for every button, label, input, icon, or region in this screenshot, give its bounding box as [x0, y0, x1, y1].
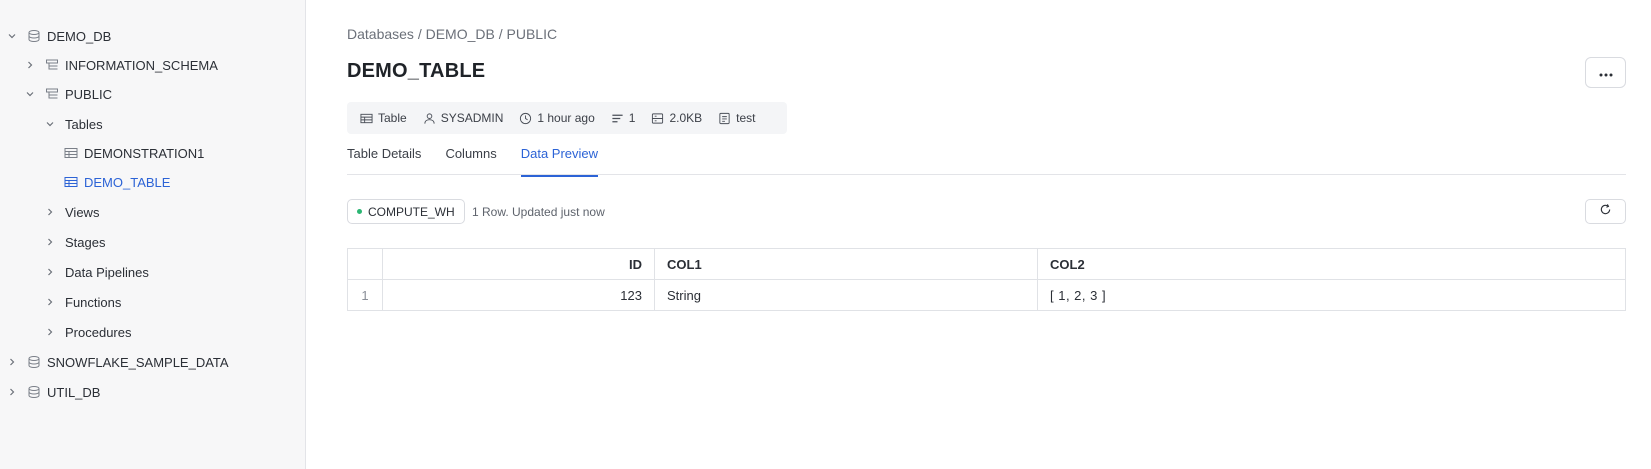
page-title: DEMO_TABLE	[347, 60, 486, 82]
tree-item-label: Functions	[65, 294, 122, 310]
tree-item-label: Data Pipelines	[65, 264, 149, 280]
tree-item-data-pipelines[interactable]: Data Pipelines	[45, 259, 149, 285]
chevron-down-icon[interactable]	[45, 119, 55, 129]
database-icon	[27, 385, 41, 399]
meta-comment: test	[718, 111, 756, 125]
chevron-right-icon[interactable]	[45, 327, 55, 337]
warehouse-label: COMPUTE_WH	[368, 204, 455, 219]
table-header-row: ID COL1 COL2	[347, 248, 1626, 280]
tree-item-label: UTIL_DB	[47, 384, 101, 400]
cell-col2[interactable]: [ 1, 2, 3 ]	[1037, 279, 1626, 311]
tab-columns[interactable]: Columns	[445, 146, 496, 175]
tree-item-label: Procedures	[65, 324, 132, 340]
cell-col1[interactable]: String	[654, 279, 1038, 311]
meta-type: Table	[360, 111, 407, 125]
rows-icon	[611, 112, 629, 125]
storage-icon	[651, 112, 669, 125]
object-explorer-sidebar: DEMO_DB INFORMATION_SCHEMA PUBLIC Tables…	[0, 0, 306, 469]
meta-owner: SYSADMIN	[423, 111, 503, 125]
tree-item-views[interactable]: Views	[45, 199, 99, 225]
database-icon	[27, 355, 41, 369]
tree-item-label: Tables	[65, 116, 103, 132]
comment-icon	[718, 112, 736, 125]
cell-id[interactable]: 123	[382, 279, 655, 311]
meta-size: 2.0KB	[651, 111, 702, 125]
tree-item-information-schema[interactable]: INFORMATION_SCHEMA	[25, 52, 218, 78]
refresh-icon	[1599, 203, 1612, 221]
tree-item-demo-table[interactable]: DEMO_TABLE	[64, 169, 170, 195]
tree-item-label: DEMO_TABLE	[84, 174, 171, 190]
meta-rows: 1	[611, 111, 635, 125]
table-icon	[64, 146, 78, 160]
table-icon	[360, 112, 378, 125]
tree-item-label: SNOWFLAKE_SAMPLE_DATA	[47, 354, 229, 370]
chevron-right-icon[interactable]	[45, 267, 55, 277]
row-number: 1	[347, 279, 383, 311]
database-icon	[27, 29, 41, 43]
data-preview-table: ID COL1 COL2 1 123 String [ 1, 2, 3 ]	[347, 248, 1626, 311]
column-header-col1[interactable]: COL1	[654, 248, 1038, 280]
more-options-button[interactable]	[1585, 57, 1626, 88]
column-header-col2[interactable]: COL2	[1037, 248, 1626, 280]
chevron-right-icon[interactable]	[45, 297, 55, 307]
table-metadata-bar: Table SYSADMIN 1 hour ago 1 2.0KB test	[347, 102, 787, 134]
tree-item-public[interactable]: PUBLIC	[25, 81, 112, 107]
column-header-id[interactable]: ID	[382, 248, 655, 280]
tree-item-functions[interactable]: Functions	[45, 289, 121, 315]
tree-item-demonstration1[interactable]: DEMONSTRATION1	[64, 140, 204, 166]
schema-icon	[45, 58, 59, 72]
clock-icon	[519, 112, 537, 125]
chevron-right-icon[interactable]	[45, 207, 55, 217]
tree-item-procedures[interactable]: Procedures	[45, 319, 131, 345]
preview-status: 1 Row. Updated just now	[472, 205, 605, 219]
breadcrumb[interactable]: Databases / DEMO_DB / PUBLIC	[347, 26, 557, 42]
tree-item-demo-db[interactable]: DEMO_DB	[7, 23, 111, 49]
tree-item-snowflake-sample-data[interactable]: SNOWFLAKE_SAMPLE_DATA	[7, 349, 229, 375]
schema-icon	[45, 87, 59, 101]
main-panel: Databases / DEMO_DB / PUBLIC DEMO_TABLE …	[306, 0, 1651, 469]
warehouse-selector[interactable]: COMPUTE_WH	[347, 199, 465, 224]
meta-updated: 1 hour ago	[519, 111, 595, 125]
tree-item-label: DEMONSTRATION1	[84, 145, 205, 161]
tree-item-label: DEMO_DB	[47, 28, 112, 44]
chevron-right-icon[interactable]	[7, 387, 17, 397]
refresh-button[interactable]	[1585, 199, 1626, 224]
chevron-right-icon[interactable]	[7, 357, 17, 367]
user-icon	[423, 112, 441, 125]
column-header-rownum	[347, 248, 383, 280]
chevron-down-icon[interactable]	[25, 89, 35, 99]
tab-data-preview[interactable]: Data Preview	[520, 146, 599, 177]
tab-divider	[347, 174, 1626, 175]
tree-item-label: Stages	[65, 234, 106, 250]
chevron-right-icon[interactable]	[25, 60, 35, 70]
tab-bar: Table Details Columns Data Preview	[347, 146, 622, 177]
tree-item-label: Views	[65, 204, 100, 220]
chevron-down-icon[interactable]	[7, 31, 17, 41]
table-row: 1 123 String [ 1, 2, 3 ]	[347, 279, 1626, 311]
tree-item-label: INFORMATION_SCHEMA	[65, 57, 218, 73]
tab-table-details[interactable]: Table Details	[347, 146, 421, 175]
tree-item-stages[interactable]: Stages	[45, 229, 105, 255]
chevron-right-icon[interactable]	[45, 237, 55, 247]
tree-item-tables[interactable]: Tables	[45, 111, 103, 137]
table-icon	[64, 175, 78, 189]
tree-item-util-db[interactable]: UTIL_DB	[7, 379, 100, 405]
ellipsis-icon	[1599, 64, 1613, 82]
tree-item-label: PUBLIC	[65, 86, 112, 102]
status-dot-icon	[357, 209, 362, 214]
